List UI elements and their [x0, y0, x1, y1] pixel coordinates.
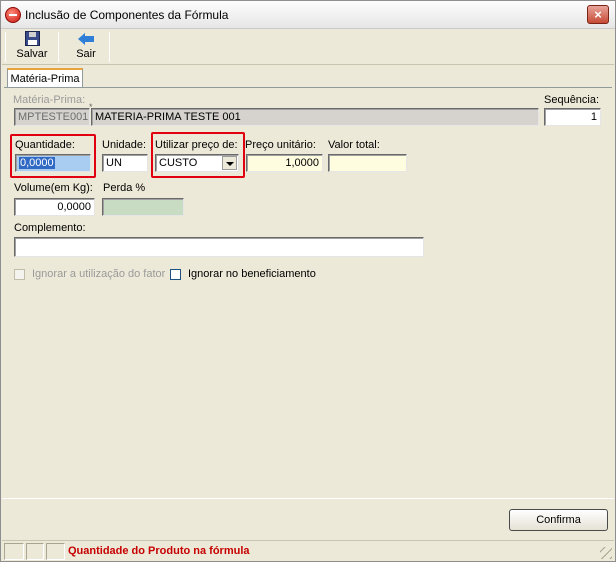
status-message: Quantidade do Produto na fórmula: [68, 545, 250, 557]
floppy-disk-icon: [24, 31, 40, 46]
utilizar-preco-value: CUSTO: [159, 157, 198, 169]
bottom-divider: [2, 498, 614, 499]
preco-unitario-field[interactable]: 1,0000: [246, 154, 323, 172]
confirm-button[interactable]: Confirma: [509, 509, 608, 531]
status-cell: [46, 543, 65, 560]
volume-label: Volume(em Kg):: [14, 182, 93, 194]
preco-unitario-label: Preço unitário:: [245, 139, 316, 151]
arrow-left-icon: [78, 31, 94, 46]
materia-prima-label: Matéria-Prima:: [13, 94, 86, 106]
toolbar-separator: [109, 32, 110, 62]
save-button[interactable]: Salvar: [12, 31, 52, 63]
volume-field[interactable]: 0,0000: [14, 198, 95, 216]
toolbar-separator: [5, 32, 6, 62]
dialog-window: Inclusão de Componentes da Fórmula × Sal…: [0, 0, 616, 562]
valor-total-label: Valor total:: [328, 139, 380, 151]
perda-label: Perda %: [103, 182, 146, 194]
ignorar-fator-label: Ignorar a utilização do fator: [32, 268, 166, 280]
exit-button-label: Sair: [76, 48, 96, 60]
resize-grip-icon[interactable]: [600, 547, 612, 559]
app-logo-icon: [5, 7, 21, 23]
materia-prima-name-field: MATERIA-PRIMA TESTE 001: [91, 108, 539, 126]
title-bar[interactable]: Inclusão de Componentes da Fórmula ×: [1, 1, 615, 29]
save-button-label: Salvar: [16, 48, 48, 60]
quantidade-label: Quantidade:: [15, 139, 75, 151]
sequencia-label: Sequência:: [544, 94, 600, 106]
quantidade-field[interactable]: 0,0000: [15, 154, 91, 172]
tab-materia-prima[interactable]: Matéria-Prima: [7, 68, 83, 88]
utilizar-preco-select[interactable]: CUSTO: [155, 154, 239, 172]
unidade-field[interactable]: UN: [102, 154, 148, 172]
status-cell: [4, 543, 24, 560]
materia-prima-code-field[interactable]: MPTESTE001: [14, 108, 90, 126]
chevron-down-icon[interactable]: [222, 156, 237, 170]
sequencia-field[interactable]: 1: [544, 108, 601, 126]
exit-button[interactable]: Sair: [66, 31, 106, 63]
utilizar-preco-label: Utilizar preço de:: [155, 139, 238, 151]
valor-total-field[interactable]: [328, 154, 407, 172]
window-title: Inclusão de Componentes da Fórmula: [25, 8, 229, 22]
status-bar: Quantidade do Produto na fórmula: [2, 540, 614, 561]
ignorar-beneficiamento-checkbox[interactable]: [170, 269, 181, 280]
ignorar-beneficiamento-label: Ignorar no beneficiamento: [188, 268, 316, 280]
close-button[interactable]: ×: [587, 5, 609, 24]
toolbar-separator: [58, 32, 59, 62]
complemento-label: Complemento:: [14, 222, 86, 234]
quantidade-value: 0,0000: [19, 157, 55, 169]
unidade-label: Unidade:: [102, 139, 147, 151]
complemento-field[interactable]: [14, 237, 424, 257]
status-cell: [26, 543, 44, 560]
toolbar: Salvar Sair: [2, 29, 614, 65]
perda-field[interactable]: [102, 198, 184, 216]
ignorar-fator-checkbox[interactable]: [14, 269, 25, 280]
